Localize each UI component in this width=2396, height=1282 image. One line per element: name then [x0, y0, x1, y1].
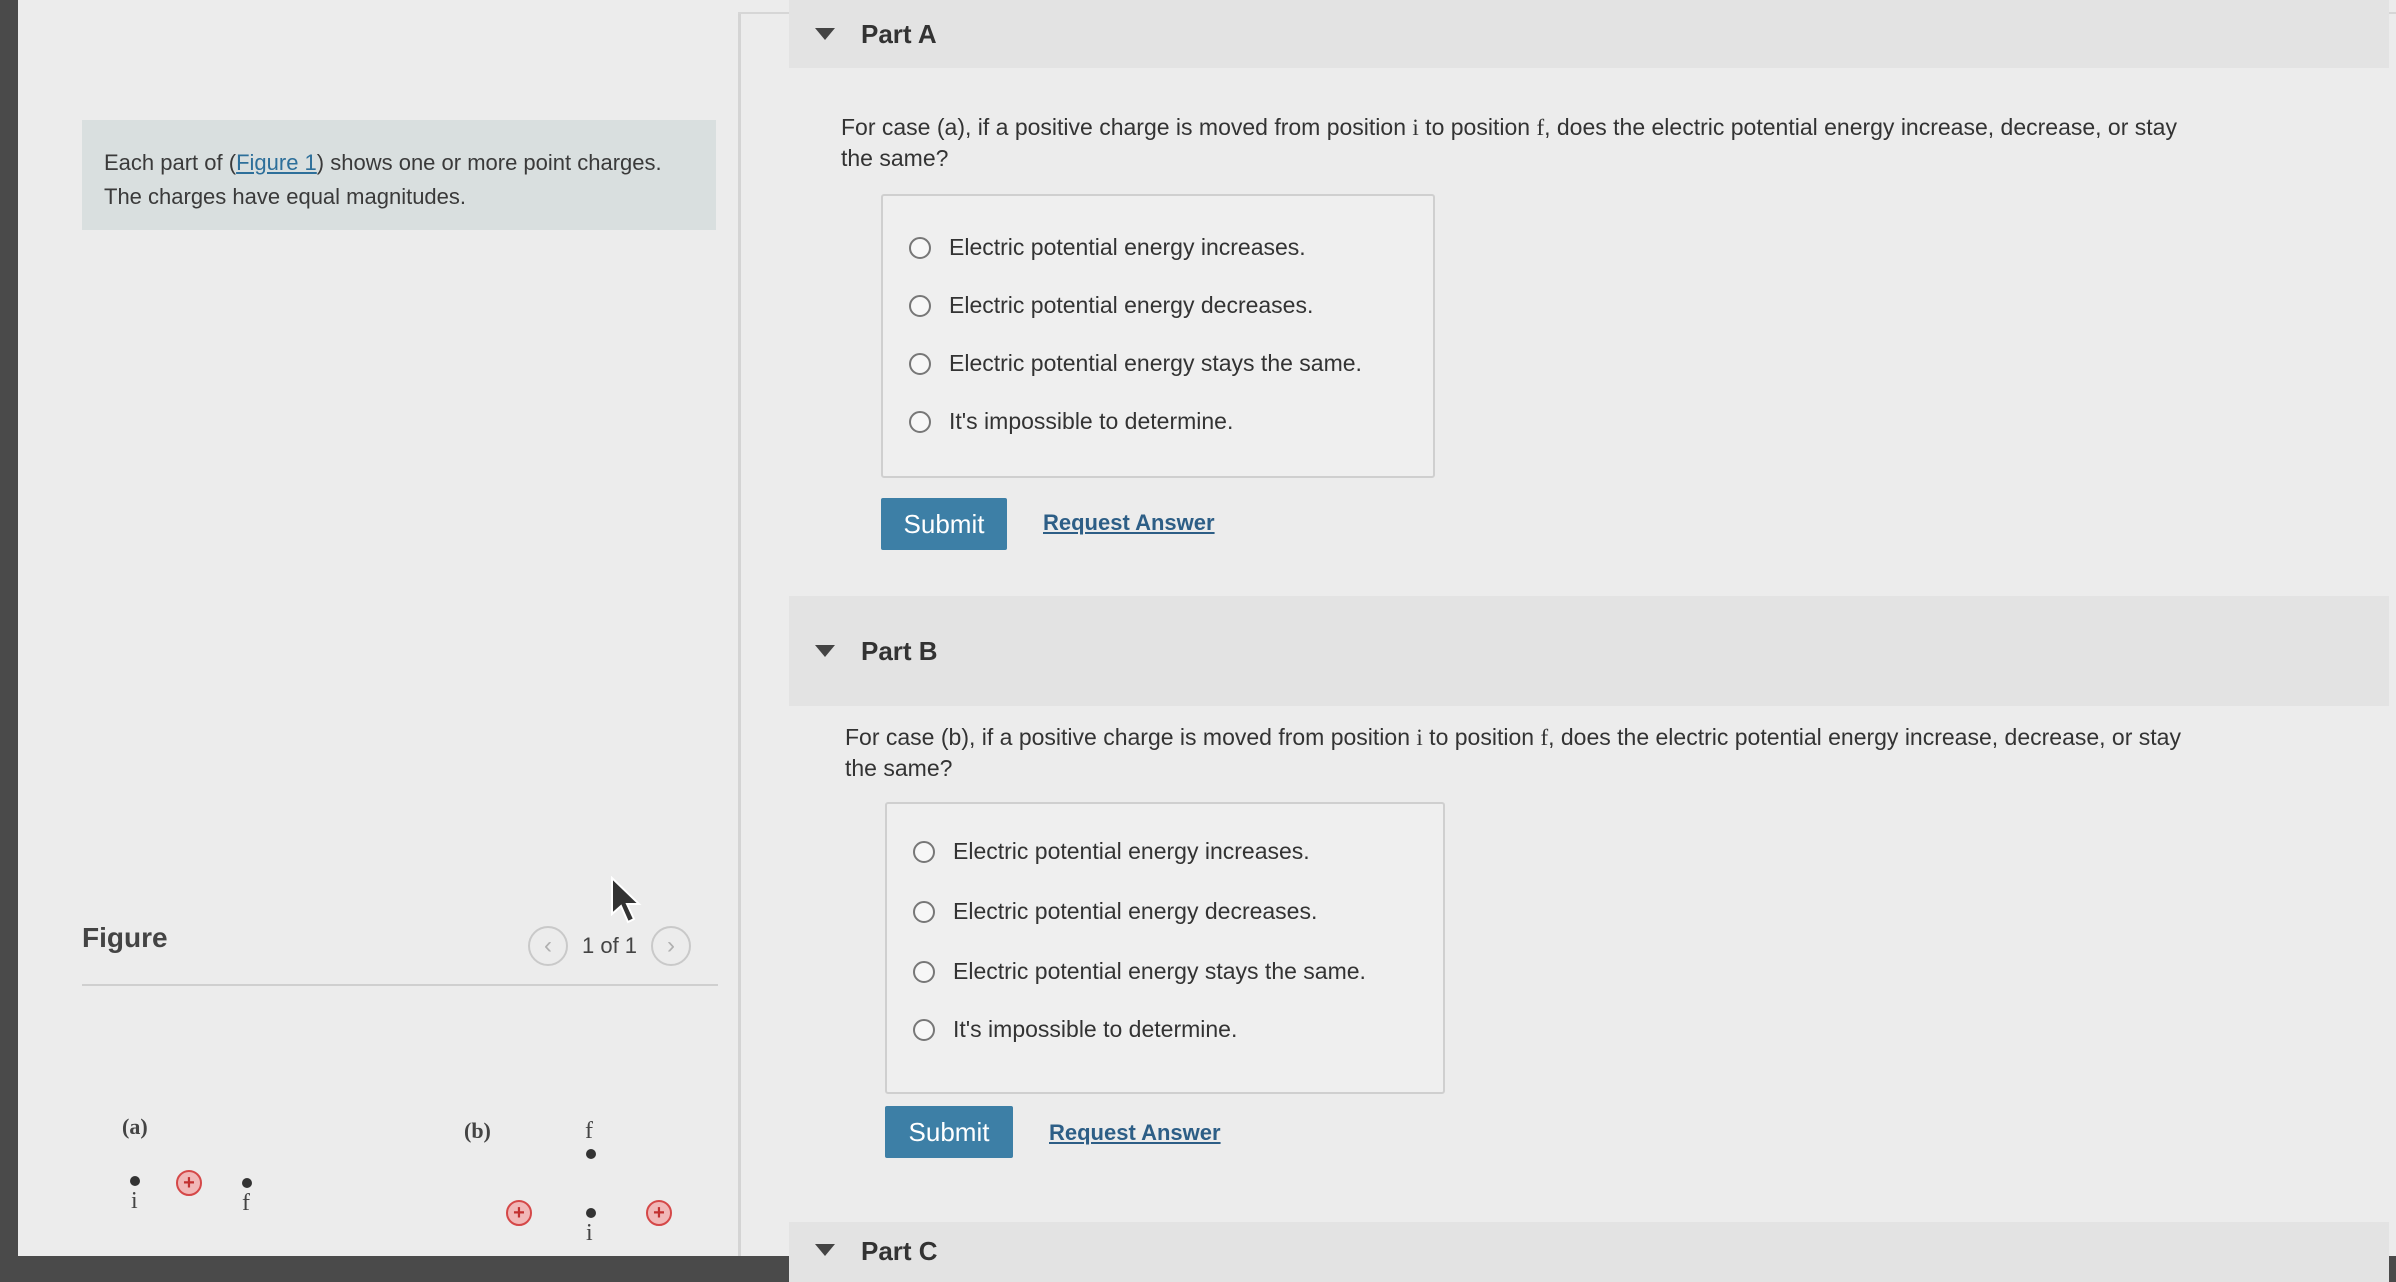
part-b-submit-button[interactable]: Submit	[885, 1106, 1013, 1158]
figure-title: Figure	[82, 922, 168, 953]
choice-option[interactable]: It's impossible to determine.	[909, 408, 1233, 435]
part-c-header[interactable]: Part C	[789, 1222, 2389, 1282]
chevron-left-icon[interactable]: ‹	[528, 926, 568, 966]
radio-button[interactable]	[909, 236, 931, 259]
position-label-i: i	[131, 1188, 138, 1214]
figure-link[interactable]: Figure 1	[236, 150, 317, 175]
radio-button[interactable]	[913, 900, 935, 923]
part-a-submit-button[interactable]: Submit	[881, 498, 1007, 550]
question-var-f: f	[1536, 115, 1545, 140]
positive-charge: +	[646, 1200, 672, 1226]
choice-label: Electric potential energy stays the same…	[949, 350, 1362, 376]
intro-line-1: Each part of (Figure 1) shows one or mor…	[104, 146, 694, 180]
left-panel: Each part of (Figure 1) shows one or mor…	[18, 0, 738, 1256]
case-b-label: (b)	[464, 1118, 491, 1143]
choice-option[interactable]: It's impossible to determine.	[913, 1016, 1237, 1043]
question-text: , does the electric potential energy inc…	[1544, 114, 2177, 140]
choice-label: Electric potential energy stays the same…	[953, 958, 1366, 984]
intro-text: Each part of (	[104, 150, 237, 175]
chevron-right-icon[interactable]: ›	[651, 926, 692, 966]
part-b-request-answer-link[interactable]: Request Answer	[1049, 1120, 1221, 1146]
choice-label: Electric potential energy increases.	[953, 838, 1310, 864]
position-label-f: f	[585, 1118, 593, 1144]
screen: Each part of (Figure 1) shows one or mor…	[18, 0, 2396, 1282]
choice-option[interactable]: Electric potential energy decreases.	[909, 292, 1313, 319]
radio-button[interactable]	[909, 410, 931, 433]
part-a-header[interactable]: Part A	[789, 0, 2389, 68]
choice-label: It's impossible to determine.	[953, 1016, 1238, 1042]
position-label-i: i	[586, 1220, 593, 1246]
question-text: For case (b), if a positive charge is mo…	[845, 724, 1417, 750]
part-c-title: Part C	[861, 1236, 938, 1266]
choice-option[interactable]: Electric potential energy increases.	[909, 234, 1306, 261]
position-dot-i	[586, 1208, 596, 1218]
choice-option[interactable]: Electric potential energy stays the same…	[913, 958, 1366, 985]
choice-label: It's impossible to determine.	[949, 408, 1234, 434]
radio-button[interactable]	[909, 294, 931, 317]
part-a-request-answer-link[interactable]: Request Answer	[1043, 510, 1215, 536]
choice-label: Electric potential energy increases.	[949, 234, 1306, 260]
positive-charge: +	[506, 1200, 532, 1226]
choice-option[interactable]: Electric potential energy decreases.	[913, 898, 1317, 925]
part-b-question: For case (b), if a positive charge is mo…	[845, 722, 2390, 783]
positive-charge: +	[176, 1170, 202, 1196]
case-a-label: (a)	[122, 1114, 148, 1139]
choice-label: Electric potential energy decreases.	[949, 292, 1314, 318]
intro-line-2: The charges have equal magnitudes.	[104, 184, 467, 209]
choice-label: Electric potential energy decreases.	[953, 898, 1318, 924]
radio-button[interactable]	[913, 960, 935, 983]
question-text: to position	[1418, 114, 1537, 140]
question-line-2: the same?	[845, 755, 953, 781]
collapse-triangle-icon	[815, 1244, 835, 1256]
radio-button[interactable]	[913, 1018, 935, 1041]
radio-button[interactable]	[913, 840, 935, 863]
choice-option[interactable]: Electric potential energy stays the same…	[909, 350, 1362, 377]
position-dot-f	[586, 1149, 596, 1159]
question-line-2: the same?	[841, 145, 949, 171]
part-a-choices: Electric potential energy increases. Ele…	[881, 194, 1435, 478]
part-a-question: For case (a), if a positive charge is mo…	[841, 112, 2381, 173]
question-text: For case (a), if a positive charge is mo…	[841, 114, 1413, 140]
question-text: to position	[1422, 724, 1541, 750]
right-panel: Part A For case (a), if a positive charg…	[741, 0, 2396, 1282]
intro-box: Each part of (Figure 1) shows one or mor…	[82, 120, 716, 230]
question-text: , does the electric potential energy inc…	[1548, 724, 2181, 750]
position-dot-f	[242, 1178, 252, 1188]
intro-text: ) shows one or more point charges.	[316, 150, 662, 175]
radio-button[interactable]	[909, 352, 931, 375]
part-b-header[interactable]: Part B	[789, 596, 2389, 706]
part-b-choices: Electric potential energy increases. Ele…	[885, 802, 1445, 1094]
figure-pager: ‹ 1 of 1 ›	[528, 924, 692, 968]
pager-text: 1 of 1	[582, 933, 638, 958]
part-b-title: Part B	[861, 635, 938, 666]
part-a-title: Part A	[861, 18, 937, 49]
figure-divider	[82, 984, 718, 986]
position-dot-i	[130, 1176, 140, 1186]
collapse-triangle-icon	[815, 645, 835, 657]
mouse-cursor-icon	[611, 876, 642, 924]
collapse-triangle-icon	[815, 28, 835, 40]
position-label-f: f	[242, 1190, 250, 1216]
choice-option[interactable]: Electric potential energy increases.	[913, 838, 1310, 865]
question-var-f: f	[1540, 725, 1549, 750]
